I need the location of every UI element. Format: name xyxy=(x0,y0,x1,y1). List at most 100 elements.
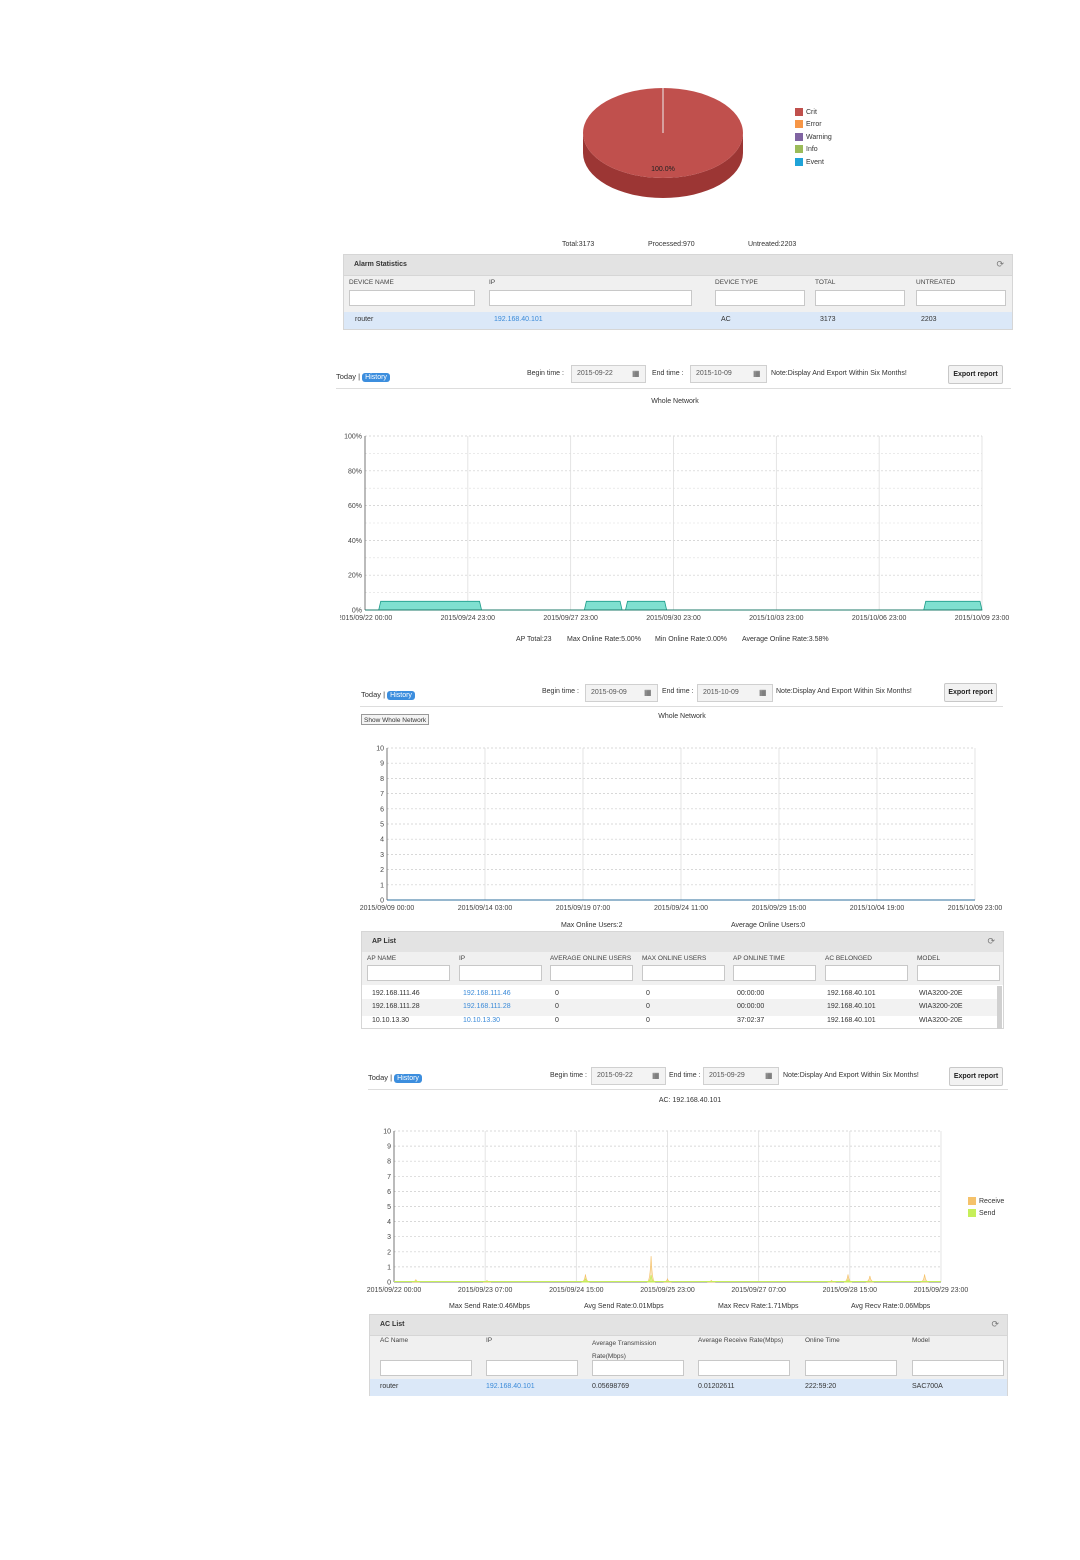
cell-ap-online-time: 00:00:00 xyxy=(737,990,765,997)
y-tick-label: 2 xyxy=(380,867,384,874)
col-ac-belonged[interactable]: AC BELONGED xyxy=(825,955,872,962)
filter-ac-name[interactable] xyxy=(380,1360,472,1376)
filter-ip[interactable] xyxy=(459,965,542,981)
x-tick-label: 2015/09/27 23:00 xyxy=(543,615,598,622)
col-ip[interactable]: IP xyxy=(486,1337,492,1344)
legend-item-warning[interactable]: Warning xyxy=(795,133,832,141)
history-tab-2[interactable]: History xyxy=(387,691,415,700)
col-model[interactable]: MODEL xyxy=(917,955,940,962)
filter-average-online-users[interactable] xyxy=(550,965,633,981)
calendar-icon[interactable]: ▦ xyxy=(652,1071,662,1081)
y-tick-label: 0 xyxy=(380,898,384,905)
col-average-online-users[interactable]: AVERAGE ONLINE USERS xyxy=(550,955,631,962)
legend-item-crit[interactable]: Crit xyxy=(795,108,817,116)
x-tick-label: 2015/09/22 00:00 xyxy=(340,615,392,622)
legend-item-send[interactable]: Send xyxy=(968,1209,995,1217)
export-report-button[interactable]: Export report xyxy=(948,365,1003,384)
refresh-icon[interactable]: ⟳ xyxy=(996,259,1004,270)
end-time-value: 2015-10-09 xyxy=(696,370,732,377)
calendar-icon[interactable]: ▦ xyxy=(644,688,654,698)
calendar-icon[interactable]: ▦ xyxy=(759,688,769,698)
col-average-receive-rate[interactable]: Average Receive Rate(Mbps) xyxy=(698,1337,783,1344)
legend-item-event[interactable]: Event xyxy=(795,158,824,166)
legend-item-receive[interactable]: Receive xyxy=(968,1197,1004,1205)
today-tab-1[interactable]: Today | History xyxy=(336,372,390,382)
begin-time-input[interactable]: 2015-09-22 ▦ xyxy=(571,365,646,383)
end-time-input[interactable]: 2015-09-29 ▦ xyxy=(703,1067,779,1085)
begin-time-input[interactable]: 2015-09-22 ▦ xyxy=(591,1067,666,1085)
end-time-label: End time : xyxy=(669,1072,701,1079)
filter-ip[interactable] xyxy=(489,290,692,306)
legend-item-info[interactable]: Info xyxy=(795,145,818,153)
x-tick-label: 2015/09/22 00:00 xyxy=(367,1287,422,1294)
end-time-input[interactable]: 2015-10-09 ▦ xyxy=(690,365,767,383)
calendar-icon[interactable]: ▦ xyxy=(632,369,642,379)
filter-ac-belonged[interactable] xyxy=(825,965,908,981)
history-tab-3[interactable]: History xyxy=(394,1074,422,1083)
y-tick-label: 9 xyxy=(387,1144,391,1151)
today-label[interactable]: Today | xyxy=(361,690,385,699)
refresh-icon[interactable]: ⟳ xyxy=(991,1319,999,1330)
stat-max-online-users: Max Online Users:2 xyxy=(561,922,623,929)
legend-item-error[interactable]: Error xyxy=(795,120,822,128)
filter-ip[interactable] xyxy=(486,1360,578,1376)
calendar-icon[interactable]: ▦ xyxy=(765,1071,775,1081)
filter-average-receive-rate[interactable] xyxy=(698,1360,790,1376)
history-tab-1[interactable]: History xyxy=(362,373,390,382)
col-total[interactable]: TOTAL xyxy=(815,279,835,286)
col-max-online-users[interactable]: MAX ONLINE USERS xyxy=(642,955,706,962)
col-ip[interactable]: IP xyxy=(459,955,465,962)
col-online-time[interactable]: Online Time xyxy=(805,1337,840,1344)
cell-ip-link[interactable]: 10.10.13.30 xyxy=(463,1017,500,1024)
online-rate-area xyxy=(583,600,623,611)
today-label[interactable]: Today | xyxy=(336,372,360,381)
filter-model[interactable] xyxy=(912,1360,1004,1376)
vertical-scrollbar[interactable] xyxy=(997,986,1002,1029)
col-model[interactable]: Model xyxy=(912,1337,930,1344)
filter-total[interactable] xyxy=(815,290,905,306)
cell-ip-link[interactable]: 192.168.40.101 xyxy=(486,1383,535,1390)
cell-ip-link[interactable]: 192.168.111.28 xyxy=(463,1003,511,1010)
col-ac-name[interactable]: AC Name xyxy=(380,1337,408,1344)
cell-ip-link[interactable]: 192.168.111.46 xyxy=(463,990,511,997)
cell-model: WIA3200-20E xyxy=(919,1017,963,1024)
cell-ap-online-time: 00:00:00 xyxy=(737,1003,765,1010)
cell-ip-link[interactable]: 192.168.40.101 xyxy=(494,316,543,323)
begin-time-input[interactable]: 2015-09-09 ▦ xyxy=(585,684,658,702)
alarm-pie-chart: 100.0% xyxy=(583,88,743,198)
table-row[interactable]: 10.10.13.30 10.10.13.30 0 0 37:02:37 192… xyxy=(362,1013,997,1030)
col-ap-name[interactable]: AP NAME xyxy=(367,955,396,962)
today-label[interactable]: Today | xyxy=(368,1073,392,1082)
filter-device-type[interactable] xyxy=(715,290,805,306)
table-row[interactable]: router 192.168.40.101 AC 3173 2203 xyxy=(344,312,1012,329)
today-tab-3[interactable]: Today | History xyxy=(368,1073,422,1083)
filter-ap-online-time[interactable] xyxy=(733,965,816,981)
online-rate-area xyxy=(923,600,983,611)
y-tick-label: 5 xyxy=(380,822,384,829)
filter-online-time[interactable] xyxy=(805,1360,897,1376)
col-device-type[interactable]: DEVICE TYPE xyxy=(715,279,758,286)
filter-untreated[interactable] xyxy=(916,290,1006,306)
filter-model[interactable] xyxy=(917,965,1000,981)
filter-ap-name[interactable] xyxy=(367,965,450,981)
calendar-icon[interactable]: ▦ xyxy=(753,369,763,379)
today-tab-2[interactable]: Today | History xyxy=(361,690,415,700)
end-time-value: 2015-10-09 xyxy=(703,689,739,696)
end-time-input[interactable]: 2015-10-09 ▦ xyxy=(697,684,773,702)
col-device-name[interactable]: DEVICE NAME xyxy=(349,279,394,286)
table-row[interactable]: router 192.168.40.101 0.05698769 0.01202… xyxy=(370,1379,1007,1396)
col-ip[interactable]: IP xyxy=(489,279,495,286)
show-whole-network-button[interactable]: Show Whole Network xyxy=(361,714,430,725)
filter-device-name[interactable] xyxy=(349,290,475,306)
export-report-button[interactable]: Export report xyxy=(949,1067,1003,1086)
filter-average-transmission-rate[interactable] xyxy=(592,1360,684,1376)
cell-average-transmission-rate: 0.05698769 xyxy=(592,1383,629,1390)
stat-min-online-rate: Min Online Rate:0.00% xyxy=(655,636,727,643)
col-untreated[interactable]: UNTREATED xyxy=(916,279,955,286)
refresh-icon[interactable]: ⟳ xyxy=(987,936,995,947)
export-report-button[interactable]: Export report xyxy=(944,683,997,702)
y-tick-label: 20% xyxy=(348,573,362,580)
col-ap-online-time[interactable]: AP ONLINE TIME xyxy=(733,955,785,962)
filter-max-online-users[interactable] xyxy=(642,965,725,981)
x-tick-label: 2015/09/25 23:00 xyxy=(640,1287,695,1294)
